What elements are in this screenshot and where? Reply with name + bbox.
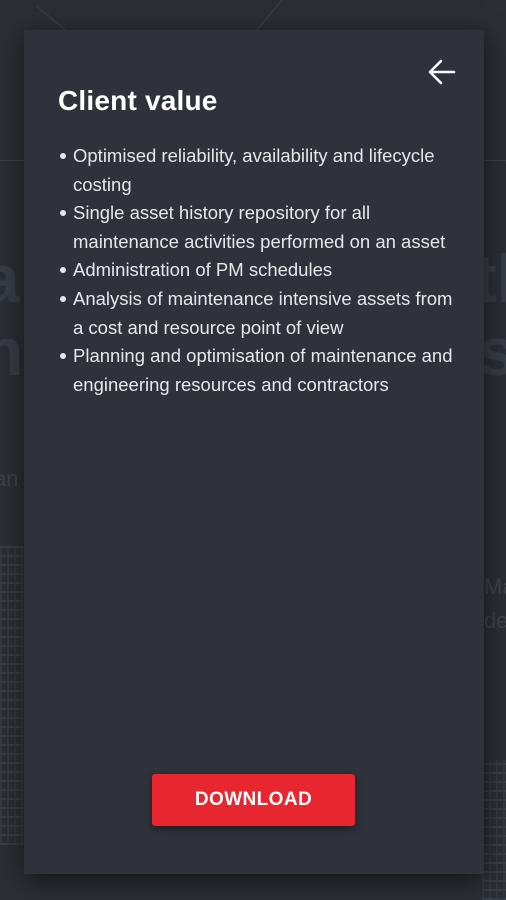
background-heading-fragment: a bbox=[0, 241, 20, 317]
client-value-dialog: Client value Optimised reliability, avai… bbox=[24, 30, 484, 874]
background-image bbox=[0, 545, 24, 845]
background-text-fragment: de bbox=[484, 608, 506, 633]
client-value-list: Optimised reliability, availability and … bbox=[58, 142, 458, 399]
back-button[interactable] bbox=[424, 54, 460, 90]
list-item: Planning and optimisation of maintenance… bbox=[58, 342, 458, 399]
list-item: Single asset history repository for all … bbox=[58, 199, 458, 256]
background-heading-fragment: n bbox=[0, 314, 24, 390]
list-item: Administration of PM schedules bbox=[58, 256, 458, 285]
list-item: Analysis of maintenance intensive assets… bbox=[58, 285, 458, 342]
background-image bbox=[482, 760, 506, 900]
background-text-fragment: an bbox=[0, 466, 19, 491]
download-button[interactable]: DOWNLOAD bbox=[152, 774, 355, 826]
background-text-fragment: Ma bbox=[484, 574, 506, 599]
arrow-left-icon bbox=[428, 59, 456, 85]
list-item: Optimised reliability, availability and … bbox=[58, 142, 458, 199]
dialog-title: Client value bbox=[58, 85, 218, 116]
